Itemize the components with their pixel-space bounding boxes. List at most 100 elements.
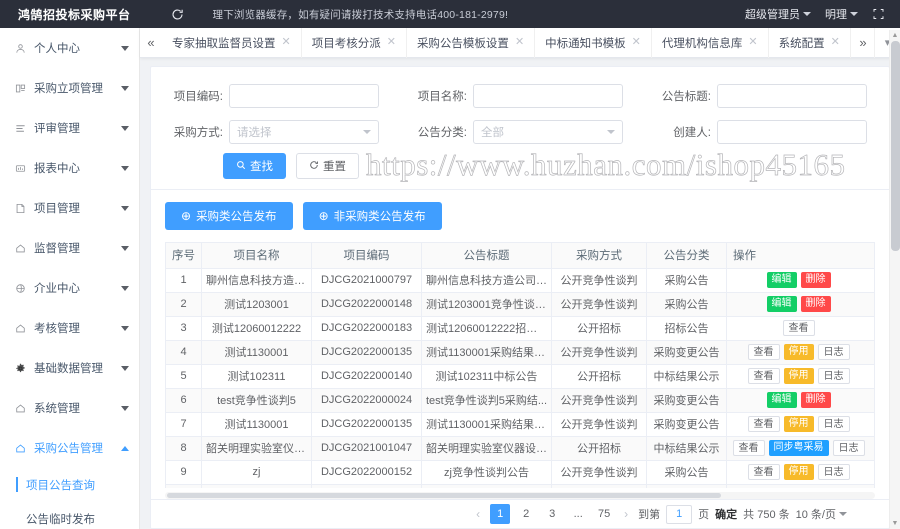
tab-bid-notice-template[interactable]: 中标通知书模板 ✕: [535, 27, 652, 58]
creator-input-text[interactable]: [725, 126, 859, 138]
cell-notice-title: 测试1130001采购结果变...: [421, 339, 552, 365]
sidebar-subitem-project-notice-query[interactable]: 项目公告查询: [0, 468, 139, 502]
tab-purchase-notice-template[interactable]: 采购公告模板设置 ✕: [407, 27, 536, 58]
user-role-dropdown[interactable]: 超级管理员: [745, 6, 811, 22]
notice-category-select[interactable]: 全部: [473, 120, 623, 144]
close-icon[interactable]: ✕: [515, 37, 524, 48]
scroll-up-icon[interactable]: ▲: [890, 30, 900, 41]
tab-project-assessment-assign[interactable]: 项目考核分派 ✕: [302, 27, 407, 58]
sidebar-item-review[interactable]: 评审管理: [0, 108, 139, 148]
page-number-3[interactable]: 3: [542, 504, 562, 524]
close-icon[interactable]: ✕: [632, 37, 641, 48]
table-row[interactable]: 10zgyDJCG2022000151zgy竞争性谈判公告公开竞争性谈判采购公告…: [165, 483, 875, 488]
table-row[interactable]: 9 zj DJCG2022000152 zj竞争性谈判公告 公开竞争性谈判 采购公告 查看停…: [165, 459, 875, 485]
tab-agency-info-library[interactable]: 代理机构信息库 ✕: [652, 27, 769, 58]
row-action-plain-button[interactable]: 日志: [817, 368, 850, 385]
tab-system-config[interactable]: 系统配置 ✕: [769, 27, 851, 58]
sidebar-item-system-manage[interactable]: 系统管理: [0, 388, 139, 428]
chevron-right-icon[interactable]: ›: [620, 507, 632, 521]
notice-title-input-text[interactable]: [725, 90, 859, 102]
row-action-orange-button[interactable]: 停用: [783, 416, 814, 433]
notice-title-input[interactable]: [717, 84, 867, 108]
home-icon: [14, 322, 27, 335]
table-row[interactable]: 8韶关明理实验室仪器设备...DJCG2021001047韶关明理实验室仪器设备…: [165, 435, 875, 461]
tab-label: 系统配置: [778, 37, 825, 50]
close-icon[interactable]: ✕: [748, 37, 757, 48]
row-action-red-button[interactable]: 删除: [800, 392, 831, 409]
page-number-last[interactable]: 75: [594, 504, 614, 524]
sidebar-item-enterprise-center[interactable]: 介业中心: [0, 268, 139, 308]
sidebar-item-project-manage[interactable]: 项目管理: [0, 188, 139, 228]
table-row[interactable]: 4 测试1130001 DJCG2022000135 测试1130001采购结果变..…: [165, 339, 875, 365]
page-ellipsis[interactable]: ...: [568, 504, 588, 524]
publish-non-purchase-notice-button[interactable]: ⊕ 非采购类公告发布: [302, 201, 442, 230]
goto-page-input[interactable]: 1: [666, 504, 693, 524]
row-action-red-button[interactable]: 删除: [800, 296, 831, 313]
close-icon[interactable]: ✕: [387, 37, 396, 48]
tab-expert-supervisor-setting[interactable]: 专家抽取监督员设置 ✕: [162, 27, 302, 58]
search-button[interactable]: 查找: [223, 153, 286, 179]
sidebar-subitem-temp-notice-publish[interactable]: 公告临时发布: [0, 502, 139, 529]
col-purchase-method: 采购方式: [551, 241, 647, 269]
publish-purchase-notice-button[interactable]: ⊕ 采购类公告发布: [165, 201, 293, 230]
table-row[interactable]: 2 测试1203001 DJCG2022000148 测试1203001竞争性谈判..…: [165, 291, 875, 317]
scroll-down-icon[interactable]: ▼: [890, 518, 900, 529]
table-row[interactable]: 5 测试102311 DJCG2022000140 测试102311中标公告 公开招标中…: [165, 363, 875, 389]
creator-input[interactable]: [717, 120, 867, 144]
page-size-select[interactable]: 10 条/页: [796, 506, 847, 522]
row-action-plain-button[interactable]: 查看: [747, 368, 780, 385]
close-icon[interactable]: ✕: [831, 37, 840, 48]
row-action-plain-button[interactable]: 日志: [817, 344, 850, 361]
table-row[interactable]: 7 测试1130001 DJCG2022000135 测试1130001采购结果变..…: [165, 411, 875, 437]
double-chevron-right-icon[interactable]: »: [852, 28, 874, 58]
sidebar-item-supervision[interactable]: 监督管理: [0, 228, 139, 268]
close-icon[interactable]: ✕: [282, 37, 291, 48]
row-action-plain-button[interactable]: 查看: [732, 440, 765, 457]
project-code-input-text[interactable]: [237, 90, 371, 102]
row-action-orange-button[interactable]: 停用: [783, 464, 814, 481]
row-action-blue-button[interactable]: 同步粤采易: [768, 440, 829, 457]
double-chevron-left-icon[interactable]: «: [140, 28, 162, 58]
chevron-left-icon[interactable]: ‹: [472, 507, 484, 521]
row-action-plain-button[interactable]: 日志: [817, 416, 850, 433]
sidebar-item-basic-data[interactable]: 基础数据管理: [0, 348, 139, 388]
fullscreen-icon[interactable]: [872, 8, 886, 20]
project-name-input-text[interactable]: [481, 90, 615, 102]
row-action-green-button[interactable]: 编辑: [766, 272, 797, 289]
project-name-input[interactable]: [473, 84, 623, 108]
reset-button[interactable]: 重置: [296, 153, 359, 179]
scrollbar-track[interactable]: [890, 41, 900, 518]
sidebar-item-report-center[interactable]: 报表中心: [0, 148, 139, 188]
chevron-down-icon: [121, 45, 129, 51]
page-number-1[interactable]: 1: [490, 504, 511, 524]
table-horizontal-scrollbar[interactable]: [165, 492, 875, 499]
sidebar-item-personal-center[interactable]: 个人中心: [0, 28, 139, 68]
table-row[interactable]: 1聊州信息科技方造公司党...DJCG2021000797聊州信息科技方造公司党…: [165, 267, 875, 293]
row-action-plain-button[interactable]: 查看: [782, 320, 815, 337]
row-action-red-button[interactable]: 删除: [800, 272, 831, 289]
row-action-plain-button[interactable]: 查看: [747, 464, 780, 481]
sidebar-item-assessment[interactable]: 考核管理: [0, 308, 139, 348]
row-action-plain-button[interactable]: 查看: [747, 344, 780, 361]
row-action-green-button[interactable]: 编辑: [766, 296, 797, 313]
project-code-input[interactable]: [229, 84, 379, 108]
table-row[interactable]: 6 test竞争性谈判5 DJCG2022000024 test竞争性谈判5采购结..…: [165, 387, 875, 413]
purchase-method-select[interactable]: 请选择: [229, 120, 379, 144]
row-action-orange-button[interactable]: 停用: [783, 368, 814, 385]
goto-confirm-button[interactable]: 确定: [715, 506, 737, 522]
scrollbar-thumb[interactable]: [167, 493, 721, 498]
user-name-dropdown[interactable]: 明理: [825, 6, 858, 22]
sidebar-item-purchase-project[interactable]: 采购立项管理: [0, 68, 139, 108]
page-number-2[interactable]: 2: [516, 504, 536, 524]
cell-project-name: 测试102311: [201, 363, 312, 389]
row-action-orange-button[interactable]: 停用: [783, 344, 814, 361]
page-vertical-scrollbar[interactable]: ▲ ▼: [889, 30, 900, 529]
row-action-plain-button[interactable]: 日志: [817, 464, 850, 481]
sidebar-item-purchase-notice-manage[interactable]: 采购公告管理: [0, 428, 139, 468]
table-row[interactable]: 3 测试12060012222 DJCG2022000183 测试1206001222…: [165, 315, 875, 341]
row-action-plain-button[interactable]: 查看: [747, 416, 780, 433]
refresh-icon[interactable]: [171, 7, 185, 21]
scrollbar-thumb[interactable]: [890, 41, 900, 251]
row-action-plain-button[interactable]: 日志: [832, 440, 865, 457]
row-action-green-button[interactable]: 编辑: [766, 392, 797, 409]
